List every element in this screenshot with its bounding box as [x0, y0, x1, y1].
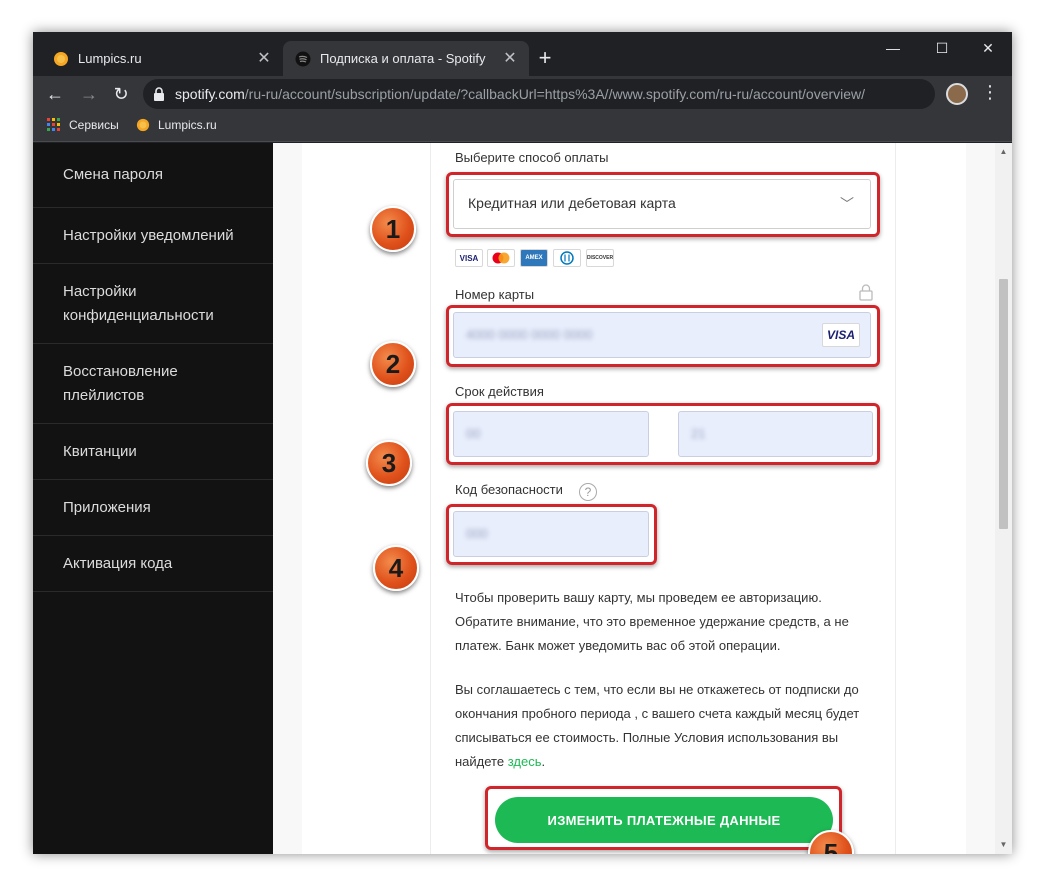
help-icon[interactable]: ?: [579, 483, 597, 501]
card-number-label: Номер карты: [455, 287, 535, 302]
highlight-frame-3: [446, 403, 880, 465]
new-tab-button[interactable]: +: [533, 47, 557, 71]
step-badge-3: 3: [366, 440, 412, 486]
forward-arrow-icon[interactable]: →: [77, 82, 101, 106]
bookmark-label: Lumpics.ru: [158, 118, 217, 132]
discover-logo-icon: DISCOVER: [586, 249, 614, 267]
address-bar[interactable]: spotify.com/ru-ru/account/subscription/u…: [143, 79, 935, 109]
tab-title: Lumpics.ru: [78, 51, 142, 66]
tab-lumpics[interactable]: Lumpics.ru ✕: [41, 41, 283, 76]
main-content: Выберите способ оплаты Кредитная или деб…: [273, 143, 995, 854]
payment-form: Выберите способ оплаты Кредитная или деб…: [430, 143, 896, 854]
browser-window: Lumpics.ru ✕ Подписка и оплата - Spotify…: [33, 32, 1012, 854]
page-scrollbar[interactable]: ▲ ▼: [995, 143, 1012, 854]
tab-close-icon[interactable]: ✕: [255, 50, 273, 68]
profile-avatar[interactable]: [946, 83, 968, 105]
highlight-frame-1: [446, 172, 880, 237]
back-arrow-icon[interactable]: ←: [43, 82, 67, 106]
spotify-favicon-icon: [295, 51, 311, 66]
sidebar-item-redeem-code[interactable]: Активация кода: [33, 536, 273, 592]
sidebar-item-apps[interactable]: Приложения: [33, 480, 273, 536]
step-badge-4: 4: [373, 545, 419, 591]
sidebar-item-privacy[interactable]: Настройки конфиденциальности: [33, 264, 273, 344]
lumpics-favicon-icon: [136, 118, 150, 132]
diners-logo-icon: [553, 249, 581, 267]
cvc-label: Код безопасности: [455, 482, 563, 497]
sidebar-item-recover-playlists[interactable]: Восстановление плейлистов: [33, 344, 273, 424]
tab-strip: Lumpics.ru ✕ Подписка и оплата - Spotify…: [33, 32, 1012, 76]
visa-logo-icon: VISA: [455, 249, 483, 267]
tab-title: Подписка и оплата - Spotify: [320, 51, 486, 66]
apps-grid-icon: [47, 118, 60, 131]
close-window-icon[interactable]: ✕: [973, 38, 1003, 58]
account-sidebar: Смена пароля Настройки уведомлений Настр…: [33, 143, 273, 854]
payment-method-label: Выберите способ оплаты: [455, 150, 609, 165]
sidebar-item-notifications[interactable]: Настройки уведомлений: [33, 208, 273, 264]
step-badge-2: 2: [370, 341, 416, 387]
kebab-menu-icon[interactable]: ⋮: [981, 82, 999, 103]
browser-toolbar: ← → ↻ spotify.com/ru-ru/account/subscrip…: [33, 76, 1012, 112]
highlight-frame-2: [446, 305, 880, 367]
bookmark-services[interactable]: Сервисы: [47, 118, 119, 132]
highlight-frame-4: [446, 504, 657, 565]
step-badge-1: 1: [370, 206, 416, 252]
page-viewport: Смена пароля Настройки уведомлений Настр…: [33, 143, 1012, 854]
authorization-notice: Чтобы проверить вашу карту, мы проведем …: [455, 590, 849, 653]
reload-icon[interactable]: ↻: [109, 82, 133, 106]
terms-notice: Вы соглашаетесь с тем, что если вы не от…: [455, 682, 860, 769]
scroll-thumb[interactable]: [999, 279, 1008, 529]
url-text: spotify.com/ru-ru/account/subscription/u…: [175, 86, 866, 102]
sidebar-item-receipts[interactable]: Квитанции: [33, 424, 273, 480]
lock-icon: [859, 284, 873, 301]
minimize-icon[interactable]: —: [878, 38, 908, 58]
scroll-down-icon[interactable]: ▼: [999, 840, 1008, 849]
mastercard-logo-icon: [487, 249, 515, 267]
scroll-up-icon[interactable]: ▲: [999, 147, 1008, 156]
tab-close-icon[interactable]: ✕: [501, 50, 519, 68]
bookmark-lumpics[interactable]: Lumpics.ru: [136, 118, 217, 132]
highlight-frame-5: [485, 786, 842, 850]
lumpics-favicon-icon: [54, 51, 68, 66]
bookmarks-bar: Сервисы Lumpics.ru: [33, 112, 1012, 142]
lock-icon: [154, 87, 164, 101]
expiry-label: Срок действия: [455, 384, 544, 399]
maximize-icon[interactable]: ☐: [927, 38, 957, 58]
tab-spotify[interactable]: Подписка и оплата - Spotify ✕: [283, 41, 529, 76]
amex-logo-icon: AMEX: [520, 249, 548, 267]
sidebar-item-change-password[interactable]: Смена пароля: [33, 143, 273, 208]
bookmark-label: Сервисы: [69, 118, 119, 132]
terms-link[interactable]: здесь: [508, 754, 542, 769]
